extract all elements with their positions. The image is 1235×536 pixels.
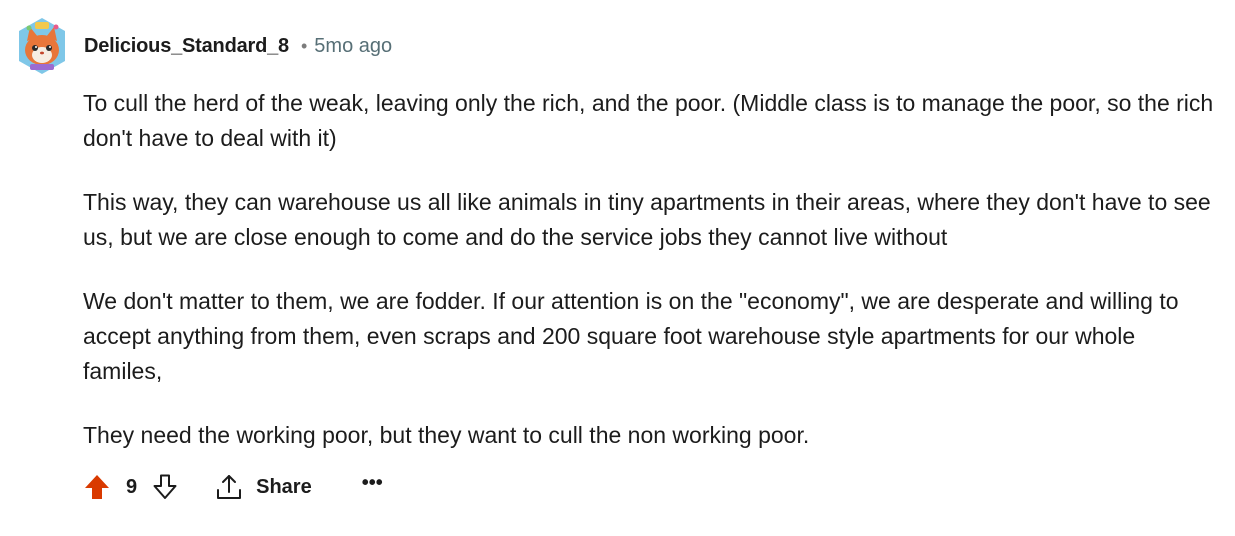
- upvote-arrow-icon[interactable]: [83, 473, 111, 501]
- comment: Delicious_Standard_8 • 5mo ago To cull t…: [0, 0, 1235, 536]
- comment-paragraph: We don't matter to them, we are fodder. …: [83, 288, 1179, 384]
- comment-paragraph: To cull the herd of the weak, leaving on…: [83, 90, 1214, 151]
- share-icon: [215, 473, 243, 501]
- comment-body: To cull the herd of the weak, leaving on…: [83, 86, 1218, 482]
- upvote-button[interactable]: [83, 473, 111, 501]
- vote-count: 9: [126, 475, 138, 498]
- share-label: Share: [256, 475, 312, 498]
- comment-paragraph: They need the working poor, but they wan…: [83, 422, 810, 448]
- share-button[interactable]: Share: [215, 473, 312, 501]
- avatar[interactable]: [16, 16, 68, 76]
- cat-avatar-icon: [19, 18, 65, 74]
- downvote-button[interactable]: [151, 473, 179, 501]
- more-options-button[interactable]: •••: [362, 472, 383, 495]
- meta-separator: •: [300, 35, 308, 56]
- timestamp[interactable]: 5mo ago: [314, 35, 392, 58]
- comment-actions: 9 Share •••: [83, 469, 383, 505]
- downvote-arrow-icon[interactable]: [151, 473, 179, 501]
- comment-header: Delicious_Standard_8 • 5mo ago: [16, 14, 392, 78]
- comment-paragraph: This way, they can warehouse us all like…: [83, 189, 1211, 250]
- author-name[interactable]: Delicious_Standard_8: [84, 35, 289, 58]
